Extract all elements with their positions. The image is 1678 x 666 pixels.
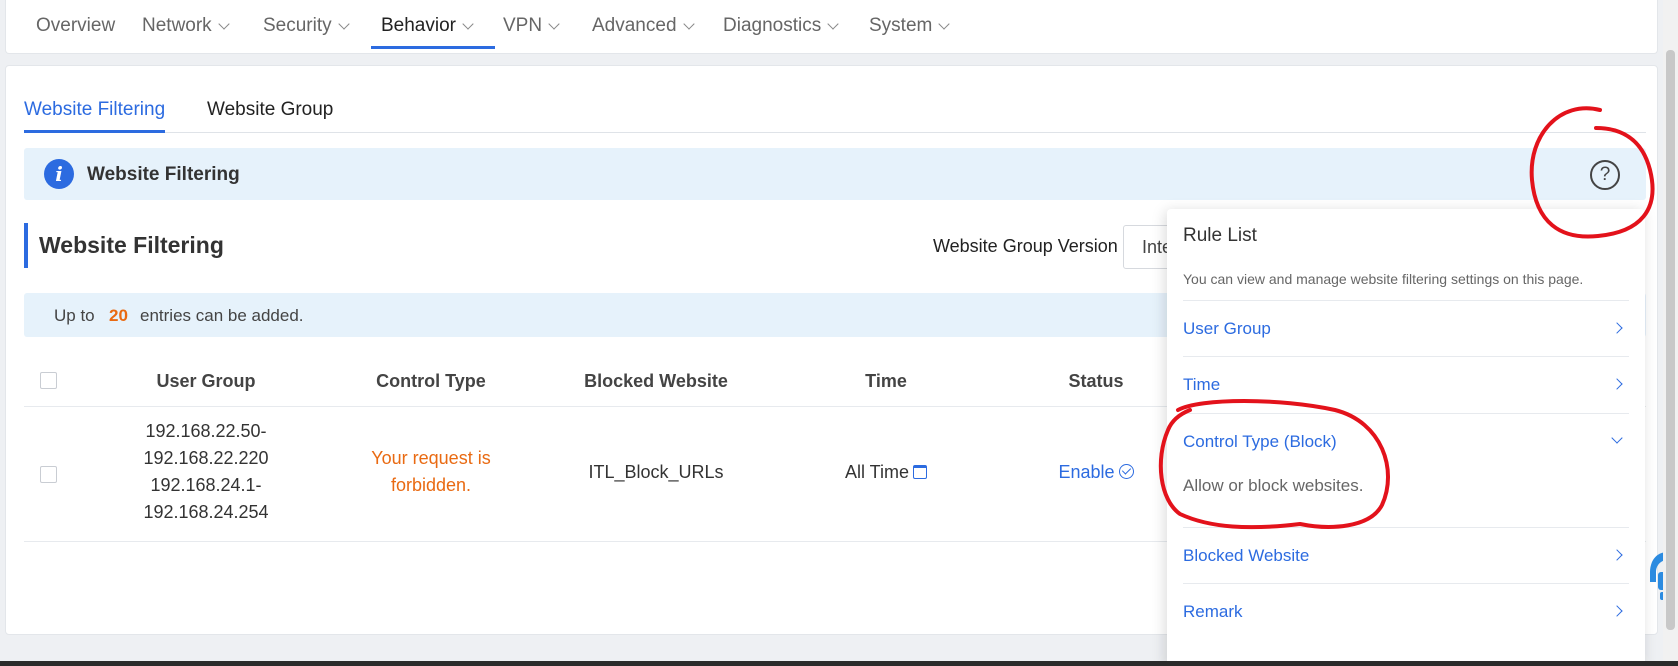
help-description: You can view and manage website filterin… [1183, 271, 1584, 287]
cell-user-group: 192.168.22.50- 192.168.22.220 192.168.24… [106, 418, 306, 526]
section-accent-bar [24, 223, 28, 268]
chevron-down-icon [218, 18, 230, 30]
nav-label: System [869, 15, 933, 36]
info-icon: i [44, 159, 74, 189]
nav-system[interactable]: System [869, 15, 951, 37]
nav-advanced[interactable]: Advanced [592, 15, 695, 37]
help-divider [1183, 356, 1629, 357]
nav-label: Behavior [381, 15, 456, 36]
time-value: All Time [844, 462, 909, 482]
nav-label: Overview [36, 15, 116, 36]
chevron-right-icon [1611, 549, 1623, 561]
help-item-remark[interactable]: Remark [1183, 602, 1629, 622]
help-popover: Rule List You can view and manage websit… [1167, 209, 1645, 666]
chevron-down-icon [1611, 432, 1623, 444]
chevron-down-icon [337, 18, 350, 30]
row-checkbox[interactable] [40, 466, 57, 483]
help-item-label: Remark [1183, 602, 1243, 621]
scrollbar-thumb[interactable] [1666, 50, 1675, 630]
nav-network[interactable]: Network [142, 15, 230, 37]
user-group-line: 192.168.22.50- [145, 421, 267, 441]
control-type-line: forbidden. [390, 475, 472, 495]
cell-status[interactable]: Enable [1006, 459, 1186, 486]
tab-active-indicator [24, 130, 165, 133]
tab-website-group[interactable]: Website Group [207, 99, 333, 121]
help-item-detail: Allow or block websites. [1183, 476, 1364, 495]
status-value: Enable [1058, 462, 1115, 482]
user-group-line: 192.168.24.254 [143, 502, 269, 522]
question-circle-icon[interactable]: ? [1590, 160, 1620, 190]
limit-count: 20 [109, 306, 128, 325]
nav-diagnostics[interactable]: Diagnostics [723, 15, 839, 37]
help-item-label: Control Type (Block) [1183, 432, 1337, 451]
chevron-down-icon [827, 18, 839, 30]
help-item-label: Blocked Website [1183, 546, 1310, 565]
nav-active-indicator [371, 46, 495, 49]
nav-overview[interactable]: Overview [36, 15, 115, 37]
chevron-down-icon [938, 18, 951, 30]
header-user-group: User Group [156, 371, 256, 391]
cell-blocked-website: ITL_Block_URLs [588, 462, 724, 482]
control-type-line: Your request is [371, 448, 491, 468]
limit-prefix: Up to [54, 306, 95, 325]
help-divider [1183, 300, 1629, 301]
calendar-icon[interactable] [913, 465, 927, 479]
help-item-time[interactable]: Time [1183, 375, 1629, 395]
section-title: Website Filtering [39, 232, 224, 258]
header-control-type: Control Type [376, 371, 486, 391]
nav-label: Diagnostics [723, 15, 822, 36]
help-divider [1183, 583, 1629, 584]
help-item-blocked-website[interactable]: Blocked Website [1183, 546, 1629, 566]
help-item-control-type[interactable]: Control Type (Block) [1183, 432, 1629, 452]
nav-label: Network [142, 15, 212, 36]
tab-website-filtering[interactable]: Website Filtering [24, 99, 165, 121]
user-group-line: 192.168.22.220 [143, 448, 269, 468]
help-item-label: Time [1183, 375, 1221, 394]
help-divider [1183, 527, 1629, 528]
nav-vpn[interactable]: VPN [503, 15, 560, 37]
help-item-label: User Group [1183, 319, 1271, 338]
tab-divider [24, 132, 1646, 133]
chevron-right-icon [1611, 378, 1623, 390]
nav-label: Advanced [592, 15, 677, 36]
header-time: Time [865, 371, 907, 391]
user-group-line: 192.168.24.1- [150, 475, 262, 495]
help-item-user-group[interactable]: User Group [1183, 319, 1629, 339]
chevron-down-icon [548, 18, 560, 30]
info-banner: i Website Filtering ? [24, 148, 1646, 200]
chevron-down-icon [462, 18, 474, 30]
limit-suffix: entries can be added. [140, 306, 304, 325]
vertical-scrollbar[interactable] [1663, 0, 1678, 666]
nav-label: Security [263, 15, 332, 36]
help-divider [1183, 413, 1629, 414]
help-title: Rule List [1183, 225, 1257, 246]
nav-behavior[interactable]: Behavior [381, 15, 474, 37]
nav-label: VPN [503, 15, 543, 36]
chevron-right-icon [1611, 322, 1623, 334]
top-nav: Overview Network Security Behavior VPN A… [5, 0, 1658, 54]
select-all-checkbox[interactable] [40, 372, 57, 389]
check-circle-icon [1118, 464, 1134, 479]
version-label: Website Group Version [933, 236, 1118, 256]
chevron-down-icon [682, 18, 695, 30]
cell-control-type: Your request is forbidden. [326, 445, 536, 499]
nav-security[interactable]: Security [263, 15, 350, 37]
chevron-right-icon [1611, 605, 1623, 617]
cell-time: All Time [796, 459, 976, 486]
banner-title: Website Filtering [87, 164, 240, 185]
taskbar-edge [0, 661, 1678, 666]
header-blocked-website: Blocked Website [584, 371, 728, 391]
header-status: Status [1068, 371, 1124, 391]
